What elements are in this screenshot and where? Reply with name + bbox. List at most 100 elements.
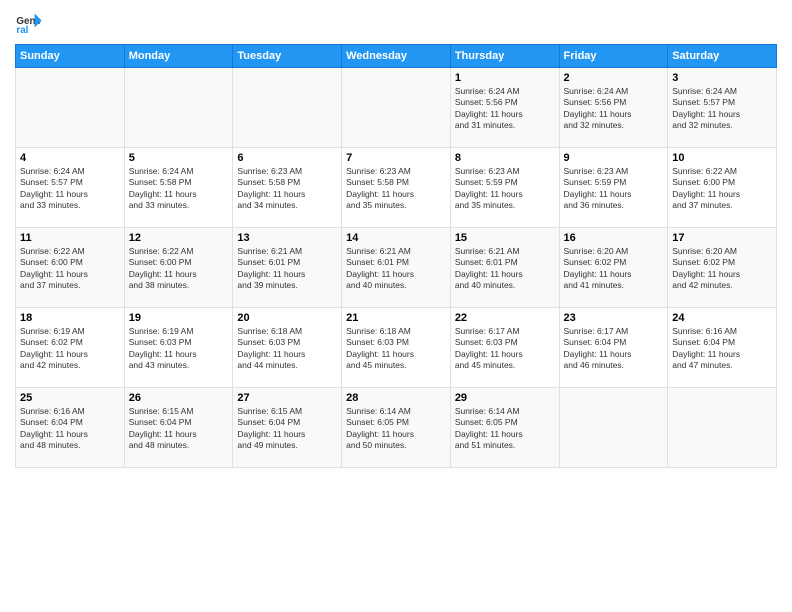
week-row-3: 18 Sunrise: 6:19 AM Sunset: 6:02 PM Dayli… <box>16 308 777 388</box>
day-number: 10 <box>672 152 772 164</box>
calendar-cell: 13 Sunrise: 6:21 AM Sunset: 6:01 PM Dayli… <box>233 228 342 308</box>
day-info: Sunrise: 6:22 AM Sunset: 6:00 PM Dayligh… <box>20 246 120 292</box>
day-header-monday: Monday <box>124 45 233 68</box>
calendar-cell <box>559 388 668 468</box>
day-info: Sunrise: 6:22 AM Sunset: 6:00 PM Dayligh… <box>129 246 229 292</box>
logo: Gene ral General Blue <box>15 10 47 38</box>
day-info: Sunrise: 6:15 AM Sunset: 6:04 PM Dayligh… <box>237 406 337 452</box>
calendar-cell: 11 Sunrise: 6:22 AM Sunset: 6:00 PM Dayli… <box>16 228 125 308</box>
svg-text:ral: ral <box>16 25 28 36</box>
day-number: 2 <box>564 72 664 84</box>
day-header-wednesday: Wednesday <box>342 45 451 68</box>
day-number: 13 <box>237 232 337 244</box>
day-info: Sunrise: 6:23 AM Sunset: 5:58 PM Dayligh… <box>237 166 337 212</box>
logo-icon: Gene ral General Blue <box>15 10 43 38</box>
calendar-cell: 12Sunrise: 6:22 AM Sunset: 6:00 PM Dayli… <box>124 228 233 308</box>
calendar-cell <box>342 68 451 148</box>
day-number: 11 <box>20 232 120 244</box>
day-number: 21 <box>346 312 446 324</box>
day-info: Sunrise: 6:14 AM Sunset: 6:05 PM Dayligh… <box>346 406 446 452</box>
day-info: Sunrise: 6:14 AM Sunset: 6:05 PM Dayligh… <box>455 406 555 452</box>
week-row-4: 25 Sunrise: 6:16 AM Sunset: 6:04 PM Dayli… <box>16 388 777 468</box>
day-info: Sunrise: 6:17 AM Sunset: 6:03 PM Dayligh… <box>455 326 555 372</box>
day-number: 4 <box>20 152 120 164</box>
day-number: 22 <box>455 312 555 324</box>
day-info: Sunrise: 6:18 AM Sunset: 6:03 PM Dayligh… <box>346 326 446 372</box>
day-info: Sunrise: 6:15 AM Sunset: 6:04 PM Dayligh… <box>129 406 229 452</box>
day-number: 27 <box>237 392 337 404</box>
day-info: Sunrise: 6:21 AM Sunset: 6:01 PM Dayligh… <box>346 246 446 292</box>
day-header-saturday: Saturday <box>668 45 777 68</box>
day-number: 15 <box>455 232 555 244</box>
day-number: 29 <box>455 392 555 404</box>
calendar-cell: 25 Sunrise: 6:16 AM Sunset: 6:04 PM Dayli… <box>16 388 125 468</box>
calendar-cell: 14 Sunrise: 6:21 AM Sunset: 6:01 PM Dayli… <box>342 228 451 308</box>
calendar-cell: 29 Sunrise: 6:14 AM Sunset: 6:05 PM Dayli… <box>450 388 559 468</box>
week-row-1: 4Sunrise: 6:24 AM Sunset: 5:57 PM Daylig… <box>16 148 777 228</box>
calendar-cell: 27 Sunrise: 6:15 AM Sunset: 6:04 PM Dayli… <box>233 388 342 468</box>
calendar-cell: 23 Sunrise: 6:17 AM Sunset: 6:04 PM Dayli… <box>559 308 668 388</box>
calendar-cell: 28 Sunrise: 6:14 AM Sunset: 6:05 PM Dayli… <box>342 388 451 468</box>
calendar-cell: 15 Sunrise: 6:21 AM Sunset: 6:01 PM Dayli… <box>450 228 559 308</box>
day-number: 17 <box>672 232 772 244</box>
day-info: Sunrise: 6:24 AM Sunset: 5:58 PM Dayligh… <box>129 166 229 212</box>
calendar-cell: 9Sunrise: 6:23 AM Sunset: 5:59 PM Daylig… <box>559 148 668 228</box>
week-row-2: 11 Sunrise: 6:22 AM Sunset: 6:00 PM Dayli… <box>16 228 777 308</box>
header: Gene ral General Blue <box>15 10 777 38</box>
calendar-cell: 24Sunrise: 6:16 AM Sunset: 6:04 PM Dayli… <box>668 308 777 388</box>
calendar-cell: 26 Sunrise: 6:15 AM Sunset: 6:04 PM Dayli… <box>124 388 233 468</box>
day-number: 28 <box>346 392 446 404</box>
day-header-sunday: Sunday <box>16 45 125 68</box>
calendar-cell: 8 Sunrise: 6:23 AM Sunset: 5:59 PM Daylig… <box>450 148 559 228</box>
calendar-cell: 16 Sunrise: 6:20 AM Sunset: 6:02 PM Dayli… <box>559 228 668 308</box>
calendar-cell: 18 Sunrise: 6:19 AM Sunset: 6:02 PM Dayli… <box>16 308 125 388</box>
calendar-table: SundayMondayTuesdayWednesdayThursdayFrid… <box>15 44 777 468</box>
calendar-cell: 1Sunrise: 6:24 AM Sunset: 5:56 PM Daylig… <box>450 68 559 148</box>
day-number: 25 <box>20 392 120 404</box>
day-info: Sunrise: 6:24 AM Sunset: 5:57 PM Dayligh… <box>672 86 772 132</box>
day-info: Sunrise: 6:16 AM Sunset: 6:04 PM Dayligh… <box>672 326 772 372</box>
calendar-cell: 20Sunrise: 6:18 AM Sunset: 6:03 PM Dayli… <box>233 308 342 388</box>
day-info: Sunrise: 6:16 AM Sunset: 6:04 PM Dayligh… <box>20 406 120 452</box>
day-number: 5 <box>129 152 229 164</box>
day-info: Sunrise: 6:19 AM Sunset: 6:03 PM Dayligh… <box>129 326 229 372</box>
day-number: 19 <box>129 312 229 324</box>
day-info: Sunrise: 6:19 AM Sunset: 6:02 PM Dayligh… <box>20 326 120 372</box>
calendar-cell: 3Sunrise: 6:24 AM Sunset: 5:57 PM Daylig… <box>668 68 777 148</box>
day-info: Sunrise: 6:20 AM Sunset: 6:02 PM Dayligh… <box>672 246 772 292</box>
calendar-cell: 2 Sunrise: 6:24 AM Sunset: 5:56 PM Daylig… <box>559 68 668 148</box>
calendar-cell: 5 Sunrise: 6:24 AM Sunset: 5:58 PM Daylig… <box>124 148 233 228</box>
calendar-page: Gene ral General Blue SundayMondayTuesda… <box>0 0 792 612</box>
calendar-cell: 17 Sunrise: 6:20 AM Sunset: 6:02 PM Dayli… <box>668 228 777 308</box>
day-number: 9 <box>564 152 664 164</box>
day-info: Sunrise: 6:21 AM Sunset: 6:01 PM Dayligh… <box>237 246 337 292</box>
week-row-0: 1Sunrise: 6:24 AM Sunset: 5:56 PM Daylig… <box>16 68 777 148</box>
calendar-cell <box>124 68 233 148</box>
calendar-cell: 6Sunrise: 6:23 AM Sunset: 5:58 PM Daylig… <box>233 148 342 228</box>
day-number: 23 <box>564 312 664 324</box>
calendar-cell: 7Sunrise: 6:23 AM Sunset: 5:58 PM Daylig… <box>342 148 451 228</box>
day-info: Sunrise: 6:24 AM Sunset: 5:56 PM Dayligh… <box>564 86 664 132</box>
day-info: Sunrise: 6:24 AM Sunset: 5:56 PM Dayligh… <box>455 86 555 132</box>
header-row: SundayMondayTuesdayWednesdayThursdayFrid… <box>16 45 777 68</box>
day-number: 18 <box>20 312 120 324</box>
day-header-friday: Friday <box>559 45 668 68</box>
day-number: 16 <box>564 232 664 244</box>
day-number: 7 <box>346 152 446 164</box>
calendar-cell: 19 Sunrise: 6:19 AM Sunset: 6:03 PM Dayli… <box>124 308 233 388</box>
calendar-cell: 4Sunrise: 6:24 AM Sunset: 5:57 PM Daylig… <box>16 148 125 228</box>
calendar-cell: 21 Sunrise: 6:18 AM Sunset: 6:03 PM Dayli… <box>342 308 451 388</box>
day-info: Sunrise: 6:17 AM Sunset: 6:04 PM Dayligh… <box>564 326 664 372</box>
day-number: 8 <box>455 152 555 164</box>
day-header-thursday: Thursday <box>450 45 559 68</box>
calendar-cell <box>233 68 342 148</box>
day-number: 20 <box>237 312 337 324</box>
day-number: 14 <box>346 232 446 244</box>
day-info: Sunrise: 6:20 AM Sunset: 6:02 PM Dayligh… <box>564 246 664 292</box>
day-number: 26 <box>129 392 229 404</box>
calendar-cell: 10Sunrise: 6:22 AM Sunset: 6:00 PM Dayli… <box>668 148 777 228</box>
calendar-cell <box>16 68 125 148</box>
day-info: Sunrise: 6:21 AM Sunset: 6:01 PM Dayligh… <box>455 246 555 292</box>
calendar-cell: 22 Sunrise: 6:17 AM Sunset: 6:03 PM Dayli… <box>450 308 559 388</box>
day-info: Sunrise: 6:23 AM Sunset: 5:59 PM Dayligh… <box>455 166 555 212</box>
